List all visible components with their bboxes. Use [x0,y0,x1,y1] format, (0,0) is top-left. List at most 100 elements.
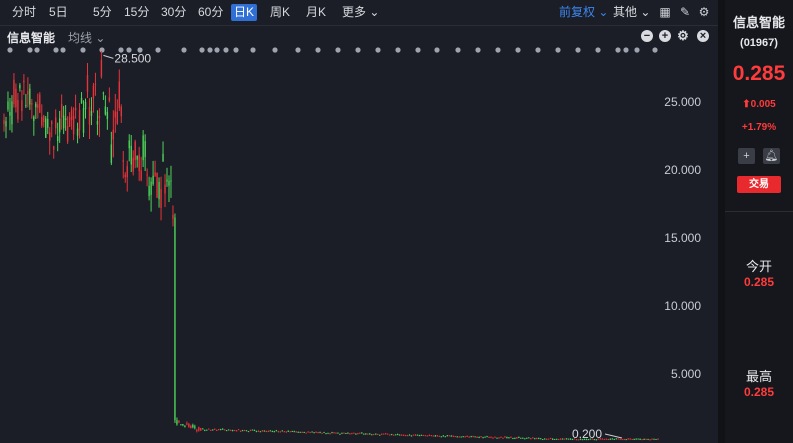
other-dropdown[interactable]: 其他 ⌄ [613,4,650,21]
timeframe-daily-k[interactable]: 日K [231,4,258,21]
candle-body [333,432,335,434]
candle-body [66,126,69,142]
candle-body [357,433,359,435]
candle-body [170,180,172,182]
trade-button[interactable]: 交易 [737,176,781,193]
candle-body [138,154,140,172]
candlestick-chart[interactable]: 25.000 20.000 15.000 10.000 5.000 28.500 0.200 [0,46,718,443]
candle-body [287,430,289,432]
event-marker [207,47,213,53]
adjust-dropdown[interactable]: 前复权 ⌄ [559,4,608,21]
candle-body [408,434,411,436]
candle-body [647,438,649,440]
candle-body [112,129,115,140]
timeframe-5min[interactable]: 5分 [90,4,115,21]
timeframe-intraday[interactable]: 分时 [9,4,39,21]
candle-body [285,431,287,433]
moving-average-dropdown[interactable]: 均线 ⌄ [68,29,105,46]
candle-body [390,434,393,436]
candle-body [275,430,278,432]
candle-body [315,431,317,433]
candle-body [375,433,377,435]
more-menu[interactable]: 更多 ⌄ [339,4,382,21]
candle-body [309,432,311,434]
candle-body [549,437,552,439]
last-price: 0.285 [732,62,786,85]
settings-icon[interactable]: ⚙ [697,5,711,19]
y-tick-label: 20.000 [664,163,701,177]
candle-body [466,435,468,437]
candle-body [102,92,105,94]
candle-body [388,434,391,436]
candle-body [70,109,73,120]
candle-body [609,438,612,440]
stock-code: (01967) [740,37,778,49]
candle-body [217,429,220,431]
candle-body [265,430,268,432]
candle-body [319,432,321,434]
candle-body [303,431,305,433]
event-marker [80,47,86,53]
candle-body [377,433,379,435]
candle-body [271,431,274,433]
layout-grid-icon[interactable]: ▦ [658,5,672,19]
event-marker [495,47,501,53]
candle-body [106,112,109,120]
candle-body [637,438,639,440]
timeframe-5day[interactable]: 5日 [46,4,71,21]
candle-body [237,429,240,431]
candle-body [128,140,130,149]
candle-body [472,436,474,438]
candle-body [349,433,351,435]
candle-body [379,434,381,436]
candle-body [653,438,655,440]
candle-body [108,97,111,101]
candle-body [506,437,508,439]
candle-body [72,116,75,135]
candle-body [49,132,51,141]
timeframe-30min[interactable]: 30分 [158,4,189,21]
candle-body [249,430,252,432]
zoom-in-icon[interactable]: + [659,30,671,42]
candle-body [490,436,492,438]
candle-body [178,420,180,423]
event-marker [233,47,239,53]
candle-body [23,80,25,83]
timeframe-monthly-k[interactable]: 月K [303,4,329,21]
timeframe-60min[interactable]: 60分 [195,4,226,21]
candle-body [176,420,178,425]
candle-body [210,429,212,431]
timeframe-weekly-k[interactable]: 周K [267,4,293,21]
candle-body [31,102,33,105]
alert-bell-icon[interactable]: 🔔︎ [763,148,780,164]
candle-body [538,438,540,440]
candle-body [432,435,435,437]
event-marker [652,47,658,53]
add-watchlist-icon[interactable]: + [738,148,755,164]
candle-body [619,438,621,440]
candle-body [118,81,120,109]
candle-body [321,432,323,434]
candle-body [301,432,303,434]
candle-body [518,437,520,439]
candle-body [255,431,258,433]
candle-body [345,433,347,435]
close-icon[interactable]: × [697,30,709,42]
candle-body [343,432,345,434]
candle-body [542,439,544,441]
candle-body [277,431,280,433]
candle-body [88,106,91,125]
candle-body [247,431,250,433]
candle-body [78,109,81,131]
candle-body [212,429,214,431]
candle-body [164,184,166,194]
chart-settings-icon[interactable]: ⚙ [677,29,689,42]
candle-body [150,181,152,195]
draw-tool-icon[interactable]: ✎ [678,5,692,19]
event-marker [223,47,229,53]
candle-body [132,157,134,172]
event-marker [7,47,13,53]
timeframe-15min[interactable]: 15分 [121,4,152,21]
zoom-out-icon[interactable]: − [641,30,653,42]
candle-body [39,94,41,113]
